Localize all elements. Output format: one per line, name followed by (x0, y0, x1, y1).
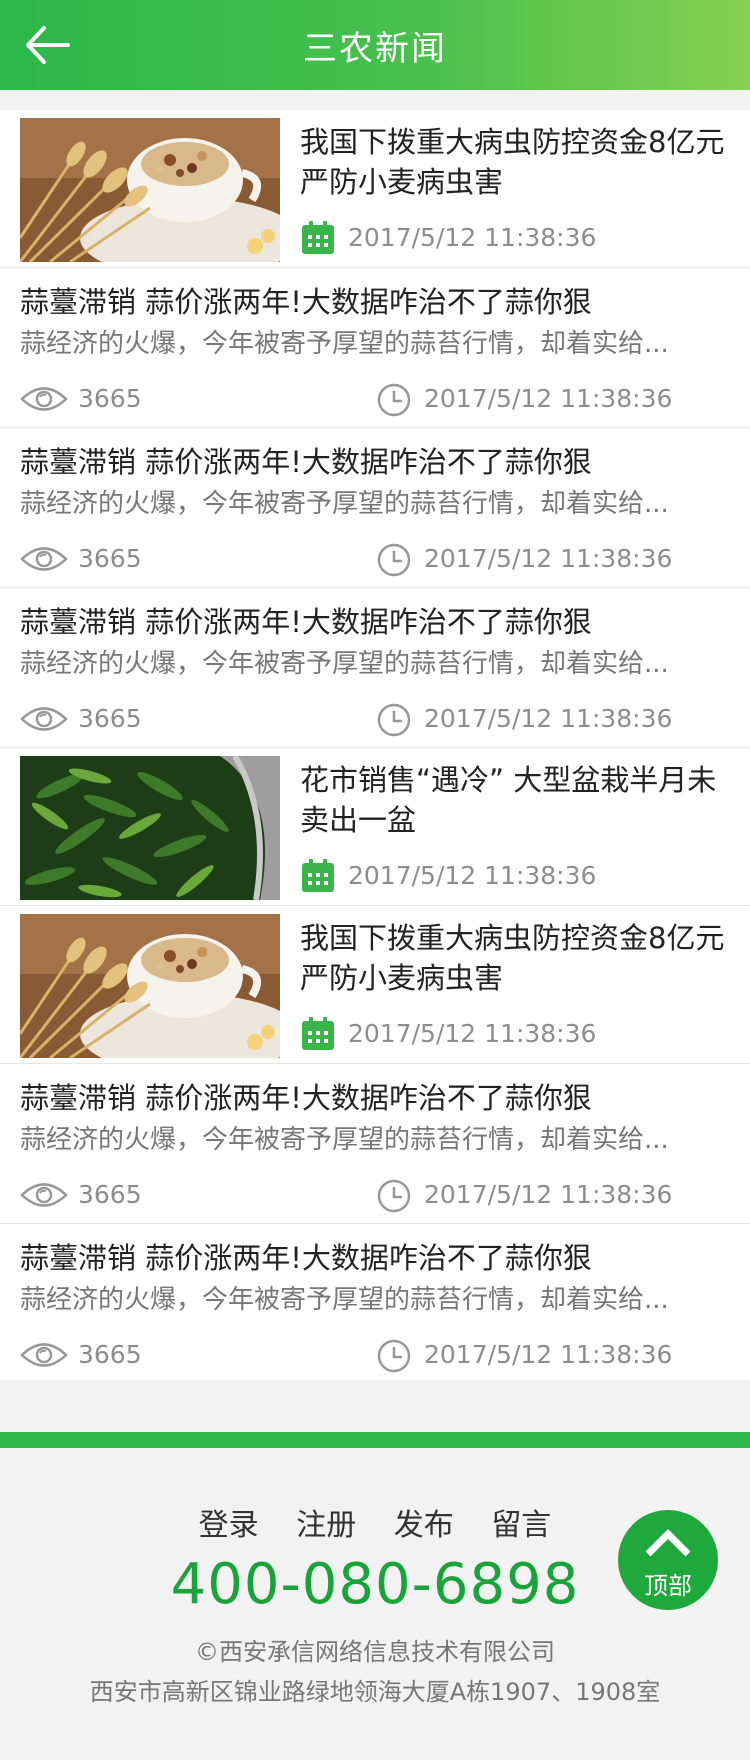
view-count: 3665 (78, 1340, 142, 1369)
login-link[interactable]: 登录 (199, 1500, 259, 1544)
register-link[interactable]: 注册 (296, 1500, 356, 1544)
news-title: 我国下拨重大病虫防控资金8亿元 严防小麦病虫害 (300, 125, 725, 199)
publish-link[interactable]: 发布 (394, 1500, 454, 1544)
news-title: 蒜薹滞销 蒜价涨两年!大数据咋治不了蒜你狠 (20, 605, 592, 639)
news-item[interactable]: 蒜薹滞销 蒜价涨两年!大数据咋治不了蒜你狠 蒜经济的火爆，今年被寄予厚望的蒜苔行… (0, 268, 750, 428)
news-title: 蒜薹滞销 蒜价涨两年!大数据咋治不了蒜你狠 (20, 285, 592, 319)
news-summary: 蒜经济的火爆，今年被寄予厚望的蒜苔行情，却着实给... (20, 489, 669, 519)
back-button[interactable] (20, 20, 72, 70)
app-header: 三农新闻 (0, 0, 750, 90)
bamboo-plant-image (20, 756, 280, 900)
news-date: 2017/5/12 11:38:36 (424, 544, 673, 573)
news-item[interactable]: 蒜薹滞销 蒜价涨两年!大数据咋治不了蒜你狠 蒜经济的火爆，今年被寄予厚望的蒜苔行… (0, 588, 750, 748)
news-title: 蒜薹滞销 蒜价涨两年!大数据咋治不了蒜你狠 (20, 1241, 592, 1275)
news-item[interactable]: 我国下拨重大病虫防控资金8亿元 严防小麦病虫害 2017/5/12 11:38:… (0, 906, 750, 1064)
wheat-cup-image (20, 914, 280, 1058)
news-item[interactable]: 我国下拨重大病虫防控资金8亿元 严防小麦病虫害 2017/5/12 11:38:… (0, 110, 750, 268)
arrow-left-icon (26, 26, 70, 64)
news-summary: 蒜经济的火爆，今年被寄予厚望的蒜苔行情，却着实给... (20, 329, 669, 359)
footer-divider (0, 1432, 750, 1448)
eye-icon (20, 547, 68, 571)
news-summary: 蒜经济的火爆，今年被寄予厚望的蒜苔行情，却着实给... (20, 1285, 669, 1315)
news-item[interactable]: 花市销售“遇冷” 大型盆栽半月未卖出一盆 2017/5/12 11:38:36 (0, 748, 750, 906)
news-date: 2017/5/12 11:38:36 (424, 384, 673, 413)
news-list: 我国下拨重大病虫防控资金8亿元 严防小麦病虫害 2017/5/12 11:38:… (0, 110, 750, 1380)
clock-icon (377, 1179, 411, 1213)
news-title: 我国下拨重大病虫防控资金8亿元 严防小麦病虫害 (300, 921, 725, 995)
news-date: 2017/5/12 11:38:36 (424, 704, 673, 733)
news-date: 2017/5/12 11:38:36 (348, 1019, 597, 1048)
news-item[interactable]: 蒜薹滞销 蒜价涨两年!大数据咋治不了蒜你狠 蒜经济的火爆，今年被寄予厚望的蒜苔行… (0, 1064, 750, 1224)
news-date: 2017/5/12 11:38:36 (348, 223, 597, 252)
chevron-up-icon (645, 1529, 691, 1557)
news-title: 蒜薹滞销 蒜价涨两年!大数据咋治不了蒜你狠 (20, 445, 592, 479)
wheat-cup-image (20, 118, 280, 262)
clock-icon (377, 1339, 411, 1373)
news-date: 2017/5/12 11:38:36 (348, 861, 597, 890)
news-date: 2017/5/12 11:38:36 (424, 1340, 673, 1369)
message-link[interactable]: 留言 (491, 1500, 551, 1544)
page-title: 三农新闻 (303, 28, 447, 69)
news-title: 花市销售“遇冷” 大型盆栽半月未卖出一盆 (300, 763, 717, 837)
calendar-icon (302, 221, 334, 254)
view-count: 3665 (78, 1180, 142, 1209)
news-summary: 蒜经济的火爆，今年被寄予厚望的蒜苔行情，却着实给... (20, 1125, 669, 1155)
view-count: 3665 (78, 384, 142, 413)
clock-icon (377, 543, 411, 577)
news-item[interactable]: 蒜薹滞销 蒜价涨两年!大数据咋治不了蒜你狠 蒜经济的火爆，今年被寄予厚望的蒜苔行… (0, 428, 750, 588)
back-to-top-label: 顶部 (644, 1572, 692, 1600)
site-footer: 登录 注册 发布 留言 400-080-6898 ©西安承信网络信息技术有限公司… (0, 1448, 750, 1760)
view-count: 3665 (78, 544, 142, 573)
news-title: 蒜薹滞销 蒜价涨两年!大数据咋治不了蒜你狠 (20, 1081, 592, 1115)
news-date: 2017/5/12 11:38:36 (424, 1180, 673, 1209)
news-summary: 蒜经济的火爆，今年被寄予厚望的蒜苔行情，却着实给... (20, 649, 669, 679)
calendar-icon (302, 1017, 334, 1050)
back-to-top-button[interactable]: 顶部 (618, 1510, 718, 1610)
address-text: 西安市高新区锦业路绿地领海大厦A栋1907、1908室 (89, 1678, 661, 1706)
copyright-text: ©西安承信网络信息技术有限公司 (195, 1638, 555, 1666)
eye-icon (20, 1183, 68, 1207)
news-item[interactable]: 蒜薹滞销 蒜价涨两年!大数据咋治不了蒜你狠 蒜经济的火爆，今年被寄予厚望的蒜苔行… (0, 1224, 750, 1384)
clock-icon (377, 703, 411, 737)
calendar-icon (302, 859, 334, 892)
eye-icon (20, 1343, 68, 1367)
eye-icon (20, 387, 68, 411)
view-count: 3665 (78, 704, 142, 733)
clock-icon (377, 383, 411, 417)
eye-icon (20, 707, 68, 731)
